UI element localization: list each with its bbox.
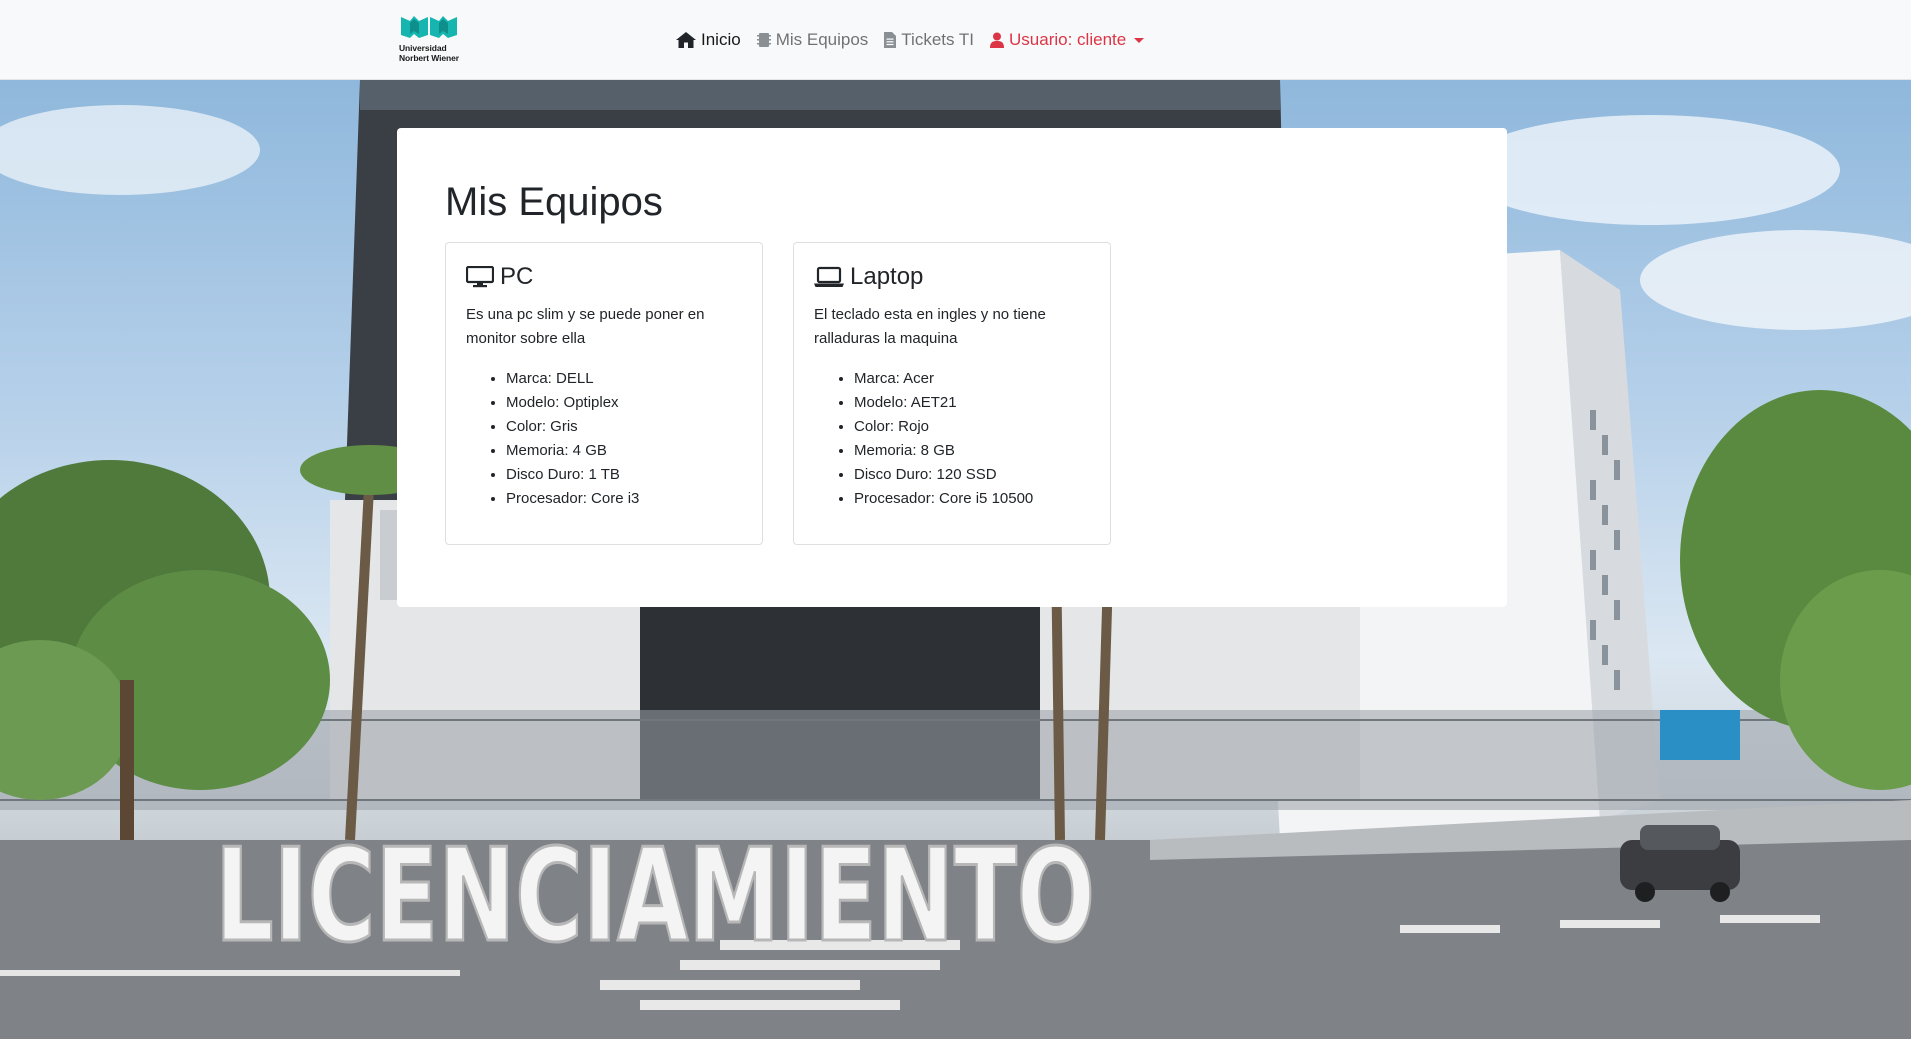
user-icon: [990, 32, 1005, 48]
spec-item: Memoria: 4 GB: [506, 439, 742, 463]
spec-item: Procesador: Core i3: [506, 487, 742, 511]
spec-list-pc: Marca: DELL Modelo: Optiplex Color: Gris…: [466, 367, 742, 511]
card-title-laptop-label: Laptop: [850, 263, 924, 290]
main-nav: Inicio Mis Equipos Tickets TI Usuario: c…: [676, 28, 1160, 52]
card-title-laptop: Laptop: [814, 263, 1090, 291]
equipment-list: PC Es una pc slim y se puede poner en mo…: [445, 242, 1459, 545]
nav-tickets-ti[interactable]: Tickets TI: [884, 30, 974, 50]
spec-item: Memoria: 8 GB: [854, 439, 1090, 463]
spec-item: Disco Duro: 120 SSD: [854, 463, 1090, 487]
user-menu-label: Usuario: cliente: [1009, 30, 1127, 49]
equipment-card-laptop: Laptop El teclado esta en ingles y no ti…: [793, 242, 1111, 545]
licenciamiento-sign: LICENCIAMIENTO: [215, 822, 1095, 971]
home-icon: [676, 32, 696, 48]
spec-item: Color: Gris: [506, 415, 742, 439]
open-book-logo-icon: [401, 16, 457, 38]
spec-item: Modelo: AET21: [854, 391, 1090, 415]
nav-inicio-label: Inicio: [701, 30, 741, 49]
card-title-pc-label: PC: [500, 263, 534, 290]
spec-item: Disco Duro: 1 TB: [506, 463, 742, 487]
navbar: Universidad Norbert Wiener Inicio Mis Eq…: [0, 0, 1911, 80]
spec-item: Color: Rojo: [854, 415, 1090, 439]
brand-line-1: Universidad: [399, 43, 447, 53]
card-description-laptop: El teclado esta en ingles y no tiene ral…: [814, 306, 1046, 347]
document-icon: [884, 32, 897, 48]
desktop-icon: [466, 266, 494, 288]
nav-mis-equipos[interactable]: Mis Equipos: [756, 30, 869, 50]
main-content-panel: Mis Equipos PC Es una pc slim y se puede…: [397, 128, 1507, 607]
laptop-icon: [814, 266, 844, 287]
user-menu-dropdown[interactable]: Usuario: cliente: [990, 30, 1145, 50]
card-title-pc: PC: [466, 263, 742, 291]
spec-item: Marca: Acer: [854, 367, 1090, 391]
nav-mis-equipos-label: Mis Equipos: [775, 30, 869, 49]
spec-item: Modelo: Optiplex: [506, 391, 742, 415]
chip-icon: [756, 33, 771, 47]
chevron-down-icon: [1134, 37, 1145, 43]
brand-line-2: Norbert Wiener: [399, 53, 459, 63]
equipment-card-pc: PC Es una pc slim y se puede poner en mo…: [445, 242, 763, 545]
page-title: Mis Equipos: [445, 180, 663, 224]
card-description-pc: Es una pc slim y se puede poner en monit…: [466, 306, 705, 347]
nav-inicio[interactable]: Inicio: [676, 30, 741, 50]
spec-item: Marca: DELL: [506, 367, 742, 391]
spec-item: Procesador: Core i5 10500: [854, 487, 1090, 511]
spec-list-laptop: Marca: Acer Modelo: AET21 Color: Rojo Me…: [814, 367, 1090, 511]
brand-logo[interactable]: Universidad Norbert Wiener: [398, 14, 474, 64]
nav-tickets-ti-label: Tickets TI: [901, 30, 975, 49]
